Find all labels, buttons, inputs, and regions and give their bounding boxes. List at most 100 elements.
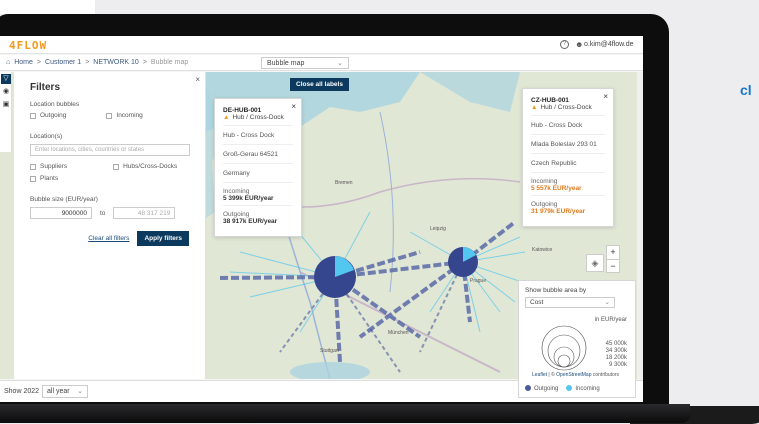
suppliers-checkbox[interactable]: Suppliers (30, 163, 67, 170)
outgoing-block: Outgoing 38 917k EUR/year (223, 205, 293, 228)
checkbox-box[interactable] (106, 113, 112, 119)
hub-id: CZ-HUB-001 (531, 97, 605, 104)
legend-unit: in EUR/year (595, 317, 627, 323)
breadcrumb-separator: > (37, 59, 41, 66)
hub-address: Groß-Gerau 64521 (223, 144, 293, 163)
hubs-checkbox-label: Hubs/Cross-Docks (123, 163, 177, 170)
location-bubbles-label: Location bubbles (30, 101, 189, 108)
filters-title: Filters (30, 82, 189, 93)
checkbox-box[interactable] (30, 176, 36, 182)
legend-outgoing: Outgoing (525, 385, 558, 392)
help-icon[interactable]: ? (560, 40, 569, 49)
view-select-value: Bubble map (267, 60, 304, 67)
hub-popup-de: × DE-HUB-001 ▲Hub / Cross-Dock Hub - Cro… (214, 98, 302, 237)
map-city-label: Katowice (532, 247, 553, 253)
app-screen: 4FLOW ? ☻ o.kim@4flow.de ⌂ Home > Custom… (0, 36, 643, 402)
laptop-base (0, 404, 690, 423)
checkbox-box[interactable] (30, 113, 36, 119)
attribution-separator: | © (547, 372, 556, 378)
period-select-value: all year (47, 388, 70, 395)
breadcrumb-home[interactable]: Home (14, 59, 33, 66)
brand-logo[interactable]: 4FLOW (9, 39, 47, 52)
plants-checkbox[interactable]: Plants (30, 175, 189, 182)
map-city-label: München (388, 330, 409, 336)
incoming-value: 5 399k EUR/year (223, 195, 293, 202)
outgoing-value: 31 979k EUR/year (531, 208, 605, 215)
user-email[interactable]: o.kim@4flow.de (584, 41, 634, 48)
chevron-down-icon: ⌄ (605, 298, 610, 306)
period-select[interactable]: all year ⌄ (42, 385, 88, 398)
legend-circles-graphic (539, 323, 589, 373)
incoming-label: Incoming (531, 178, 605, 185)
zoom-in-button[interactable]: + (607, 246, 619, 259)
view-select[interactable]: Bubble map ⌄ (261, 57, 349, 69)
leaflet-link[interactable]: Leaflet (532, 372, 547, 378)
checkbox-box[interactable] (30, 164, 36, 170)
locations-input[interactable]: Enter locations, cities, countries or st… (30, 144, 190, 156)
range-to-label: to (100, 210, 105, 217)
incoming-label: Incoming (223, 188, 293, 195)
suppliers-checkbox-label: Suppliers (40, 163, 67, 170)
bubble-area-select[interactable]: Cost ⌄ (525, 297, 615, 308)
outgoing-block: Outgoing 31 979k EUR/year (531, 195, 605, 218)
map-attribution: Leaflet | © OpenStreetMap contributors (530, 372, 621, 378)
incoming-checkbox-label: Incoming (116, 112, 142, 119)
app-header: 4FLOW ? ☻ o.kim@4flow.de (0, 36, 643, 54)
incoming-block: Incoming 5 557k EUR/year (531, 172, 605, 195)
show-year-label: Show 2022 (4, 388, 39, 395)
home-icon[interactable]: ⌂ (6, 59, 10, 66)
filter-icon[interactable]: ▽ (1, 74, 11, 84)
filters-panel: × Filters Location bubbles Outgoing Inco… (14, 72, 206, 379)
apply-filters-button[interactable]: Apply filters (137, 231, 189, 246)
close-icon[interactable]: × (603, 92, 608, 101)
bubble-size-min-input[interactable]: 9000000 (30, 207, 92, 219)
legend-incoming: Incoming (566, 385, 599, 392)
breadcrumb-network[interactable]: NETWORK 10 (93, 59, 139, 66)
scrollbar[interactable] (637, 72, 643, 380)
user-icon[interactable]: ☻ (575, 40, 583, 49)
bubble-size-label: Bubble size (EUR/year) (30, 196, 189, 203)
bubble-legend: Show bubble area by Cost ⌄ in EUR/year 4… (518, 280, 636, 398)
chevron-down-icon: ⌄ (77, 387, 83, 395)
bubble-size-max-input[interactable]: 48 317 219 (113, 207, 175, 219)
legend-value: 18 200k (606, 355, 627, 362)
incoming-checkbox[interactable]: Incoming (106, 112, 142, 119)
hub-type: ▲Hub / Cross-Dock (531, 104, 605, 111)
locations-label: Location(s) (30, 133, 189, 140)
hub-popup-cz: × CZ-HUB-001 ▲Hub / Cross-Dock Hub - Cro… (522, 88, 614, 227)
bubble-area-select-value: Cost (530, 299, 543, 306)
breadcrumb-customer[interactable]: Customer 1 (45, 59, 81, 66)
hub-country: Germany (223, 163, 293, 182)
close-icon[interactable]: × (195, 75, 200, 84)
close-all-labels-button[interactable]: Close all labels (290, 78, 349, 91)
legend-value: 34 300k (606, 348, 627, 355)
legend-values: 45 000k 34 300k 18 200k 9 300k (606, 341, 627, 369)
warning-icon: ▲ (531, 104, 537, 111)
zoom-control: + − (606, 245, 620, 273)
hub-type-label: Hub / Cross-Dock (540, 104, 591, 111)
incoming-dot-icon (566, 385, 572, 391)
plants-checkbox-label: Plants (40, 175, 58, 182)
breadcrumb-separator: > (143, 59, 147, 66)
attribution-contributors: contributors (591, 372, 619, 378)
outgoing-dot-icon (525, 385, 531, 391)
checkbox-box[interactable] (113, 164, 119, 170)
clear-filters-link[interactable]: Clear all filters (88, 235, 129, 242)
outgoing-checkbox[interactable]: Outgoing (30, 112, 66, 119)
hub-subtype: Hub - Cross Dock (223, 125, 293, 144)
eye-icon[interactable]: ◉ (1, 87, 11, 97)
legend-value: 9 300k (606, 362, 627, 369)
breadcrumb: ⌂ Home > Customer 1 > NETWORK 10 > Bubbl… (6, 59, 188, 66)
camera-icon[interactable]: ▣ (1, 100, 11, 110)
legend-outgoing-label: Outgoing (534, 386, 558, 392)
layers-icon[interactable]: ◈ (586, 254, 604, 272)
outgoing-checkbox-label: Outgoing (40, 112, 66, 119)
close-icon[interactable]: × (291, 102, 296, 111)
zoom-out-button[interactable]: − (607, 259, 619, 272)
breadcrumb-bar: ⌂ Home > Customer 1 > NETWORK 10 > Bubbl… (0, 55, 643, 71)
osm-link[interactable]: OpenStreetMap (556, 372, 591, 378)
breadcrumb-current: Bubble map (151, 59, 188, 66)
background: cl 4FLOW ? ☻ o.kim@4flow.de ⌂ Home > Cus… (0, 0, 759, 423)
hub-type-label: Hub / Cross-Dock (232, 114, 283, 121)
hubs-checkbox[interactable]: Hubs/Cross-Docks (113, 163, 177, 170)
